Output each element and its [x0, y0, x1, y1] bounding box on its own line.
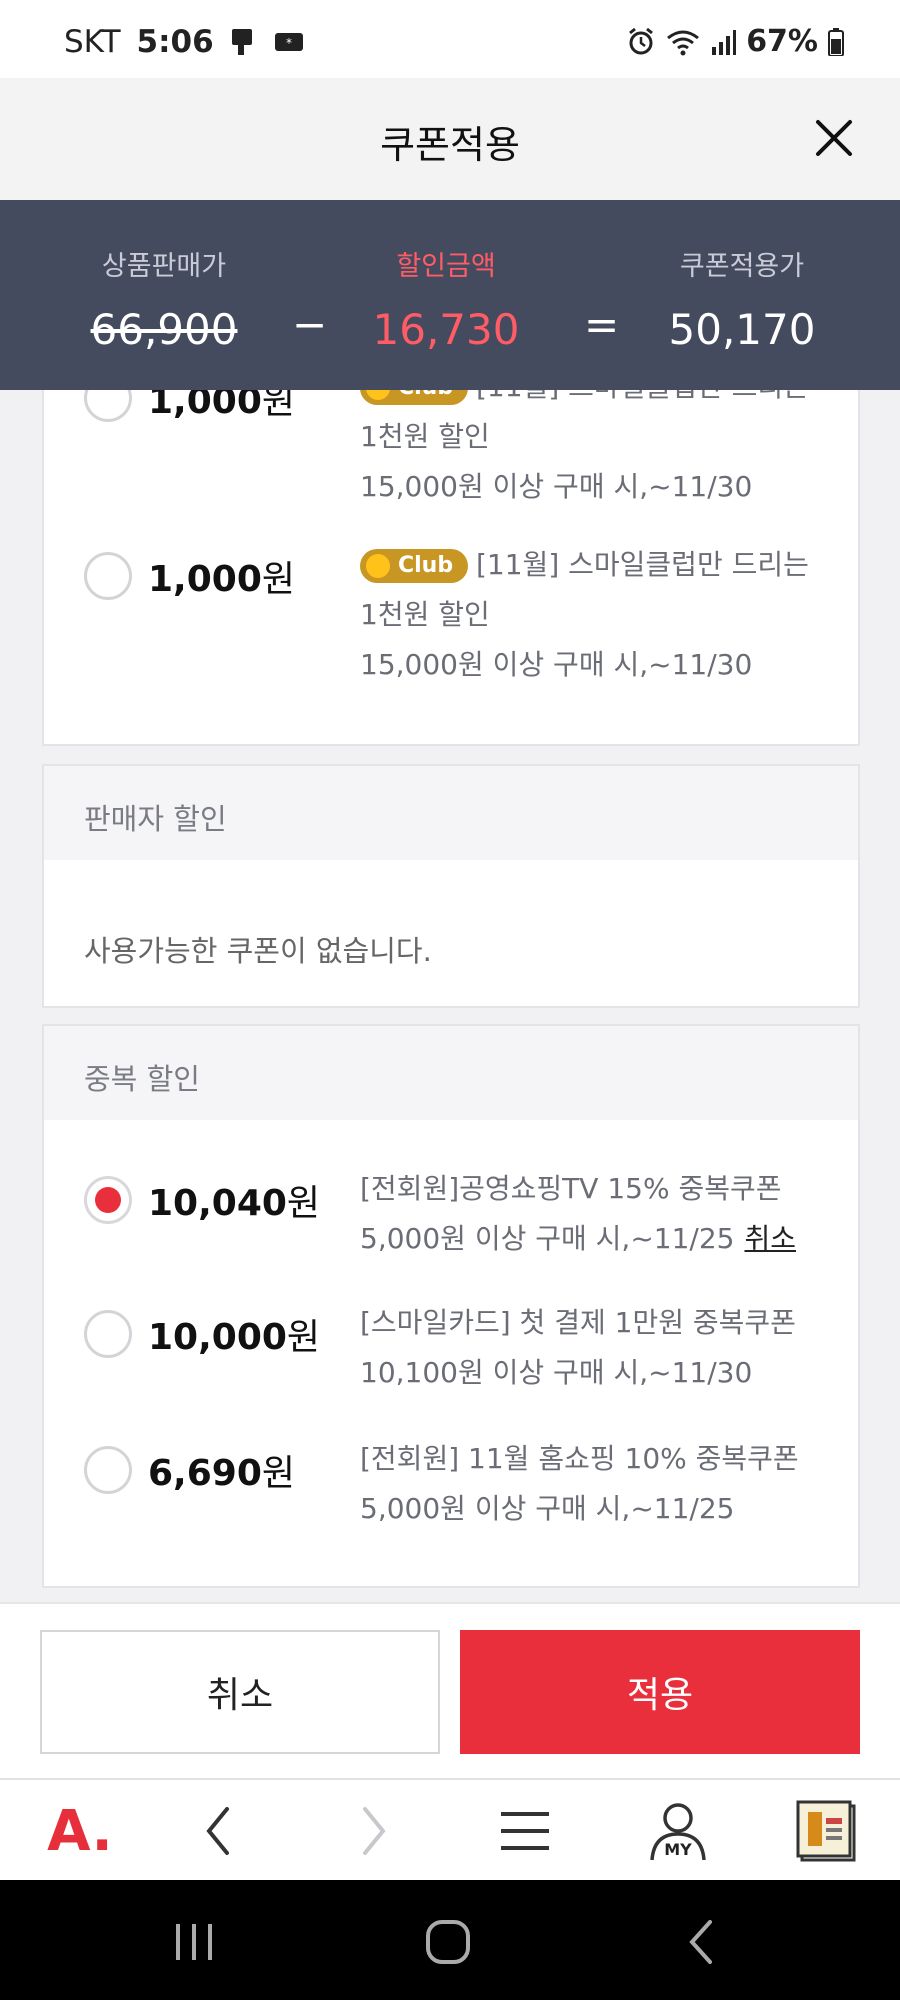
coupon-radio[interactable]	[84, 552, 132, 600]
carrier-label: SKT	[64, 24, 121, 60]
coupon-description: [전회원]공영쇼핑TV 15% 중복쿠폰 5,000원 이상 구매 시,~11/…	[360, 1164, 830, 1264]
coupon-condition: 10,100원 이상 구매 시,~11/30	[360, 1356, 753, 1389]
coupon-row[interactable]: 1,000원 Club[11월] 스마일클럽만 드리는 1천원 할인 15,00…	[44, 370, 862, 524]
tabs-thumbnail-icon[interactable]	[792, 1796, 862, 1866]
my-page-icon[interactable]: MY	[643, 1796, 713, 1866]
cancel-button[interactable]: 취소	[40, 1630, 440, 1754]
apply-button[interactable]: 적용	[460, 1630, 860, 1754]
coupon-radio[interactable]	[84, 1446, 132, 1494]
system-back-icon[interactable]	[672, 1912, 732, 1972]
coupon-cancel-link[interactable]: 취소	[744, 1222, 796, 1255]
seller-discount-card: 판매자 할인 사용가능한 쿠폰이 없습니다.	[42, 764, 860, 1008]
section-title: 판매자 할인	[44, 766, 858, 860]
browser-toolbar: A. MY	[0, 1778, 900, 1880]
action-bar: 취소 적용	[0, 1602, 900, 1778]
price-summary: 상품판매가 66,900 − 할인금액 16,730 = 쿠폰적용가 50,17…	[0, 200, 900, 390]
coupon-title: [전회원]공영쇼핑TV 15% 중복쿠폰	[360, 1172, 782, 1205]
signal-icon	[712, 29, 737, 55]
modal-header: 쿠폰적용	[0, 78, 900, 200]
clock: 5:06	[136, 24, 214, 60]
wifi-icon	[667, 30, 700, 55]
discount-amount: 할인금액 16,730	[346, 244, 546, 354]
auction-logo-icon[interactable]: A.	[40, 1796, 120, 1866]
status-bar-right: 67%	[626, 24, 844, 59]
system-nav-bar	[0, 1880, 900, 2000]
page-title: 쿠폰적용	[380, 123, 520, 167]
minus-sign: −	[292, 300, 328, 349]
coupon-amount: 10,000원	[148, 1317, 321, 1358]
club-coupon-card: 1,000원 Club[11월] 스마일클럽만 드리는 1천원 할인 15,00…	[42, 360, 860, 746]
coupon-amount: 6,690원	[148, 1453, 295, 1494]
coupon-condition: 15,000원 이상 구매 시,~11/30	[360, 470, 753, 503]
alarm-icon	[629, 27, 654, 54]
status-bar: SKT 5:06 * 67%	[0, 0, 900, 78]
coupon-description: [전회원] 11월 홈쇼핑 10% 중복쿠폰 5,000원 이상 구매 시,~1…	[360, 1434, 830, 1534]
battery-percent: 67%	[746, 24, 818, 59]
final-price: 쿠폰적용가 50,170	[642, 244, 842, 354]
message-icon: *	[274, 33, 303, 51]
back-icon[interactable]	[184, 1796, 254, 1866]
club-badge: Club	[360, 549, 468, 583]
coupon-condition: 15,000원 이상 구매 시,~11/30	[360, 648, 753, 681]
coupon-description: [스마일카드] 첫 결제 1만원 중복쿠폰 10,100원 이상 구매 시,~1…	[360, 1298, 830, 1398]
home-icon[interactable]	[418, 1912, 478, 1972]
original-price: 상품판매가 66,900	[64, 244, 264, 354]
coupon-radio[interactable]	[84, 1310, 132, 1358]
duplicate-discount-card: 중복 할인 10,040원 [전회원]공영쇼핑TV 15% 중복쿠폰 5,000…	[42, 1024, 860, 1588]
coupon-condition: 5,000원 이상 구매 시,~11/25	[360, 1222, 735, 1255]
logo-text: A.	[47, 1798, 113, 1864]
coupon-title: [전회원] 11월 홈쇼핑 10% 중복쿠폰	[360, 1442, 799, 1475]
coupon-amount: 1,000원	[148, 559, 295, 600]
notification-icon	[231, 29, 252, 55]
svg-text:*: *	[286, 36, 292, 50]
forward-icon[interactable]	[338, 1796, 408, 1866]
coupon-row[interactable]: 1,000원 Club[11월] 스마일클럽만 드리는 1천원 할인 15,00…	[44, 548, 862, 702]
close-icon[interactable]	[804, 108, 864, 168]
coupon-description: Club[11월] 스마일클럽만 드리는 1천원 할인 15,000원 이상 구…	[360, 540, 830, 690]
menu-icon[interactable]	[490, 1796, 560, 1866]
final-price-value: 50,170	[668, 305, 816, 354]
coupon-title: [스마일카드] 첫 결제 1만원 중복쿠폰	[360, 1306, 796, 1339]
original-price-value: 66,900	[90, 305, 238, 354]
recent-apps-icon[interactable]	[164, 1912, 224, 1972]
coupon-radio-selected[interactable]	[84, 1176, 132, 1224]
equals-sign: =	[584, 300, 620, 349]
coupon-condition: 5,000원 이상 구매 시,~11/25	[360, 1492, 735, 1525]
status-bar-left: SKT 5:06 *	[64, 24, 304, 60]
coupon-amount: 10,040원	[148, 1183, 321, 1224]
coupon-row[interactable]: 6,690원 [전회원] 11월 홈쇼핑 10% 중복쿠폰 5,000원 이상 …	[44, 1442, 862, 1596]
final-price-label: 쿠폰적용가	[679, 251, 805, 282]
original-price-label: 상품판매가	[101, 251, 227, 282]
empty-message: 사용가능한 쿠폰이 없습니다.	[84, 934, 432, 968]
section-title: 중복 할인	[44, 1026, 858, 1120]
my-label: MY	[664, 1840, 692, 1859]
battery-icon	[828, 27, 844, 56]
discount-value: 16,730	[372, 305, 520, 354]
discount-label: 할인금액	[396, 251, 496, 282]
